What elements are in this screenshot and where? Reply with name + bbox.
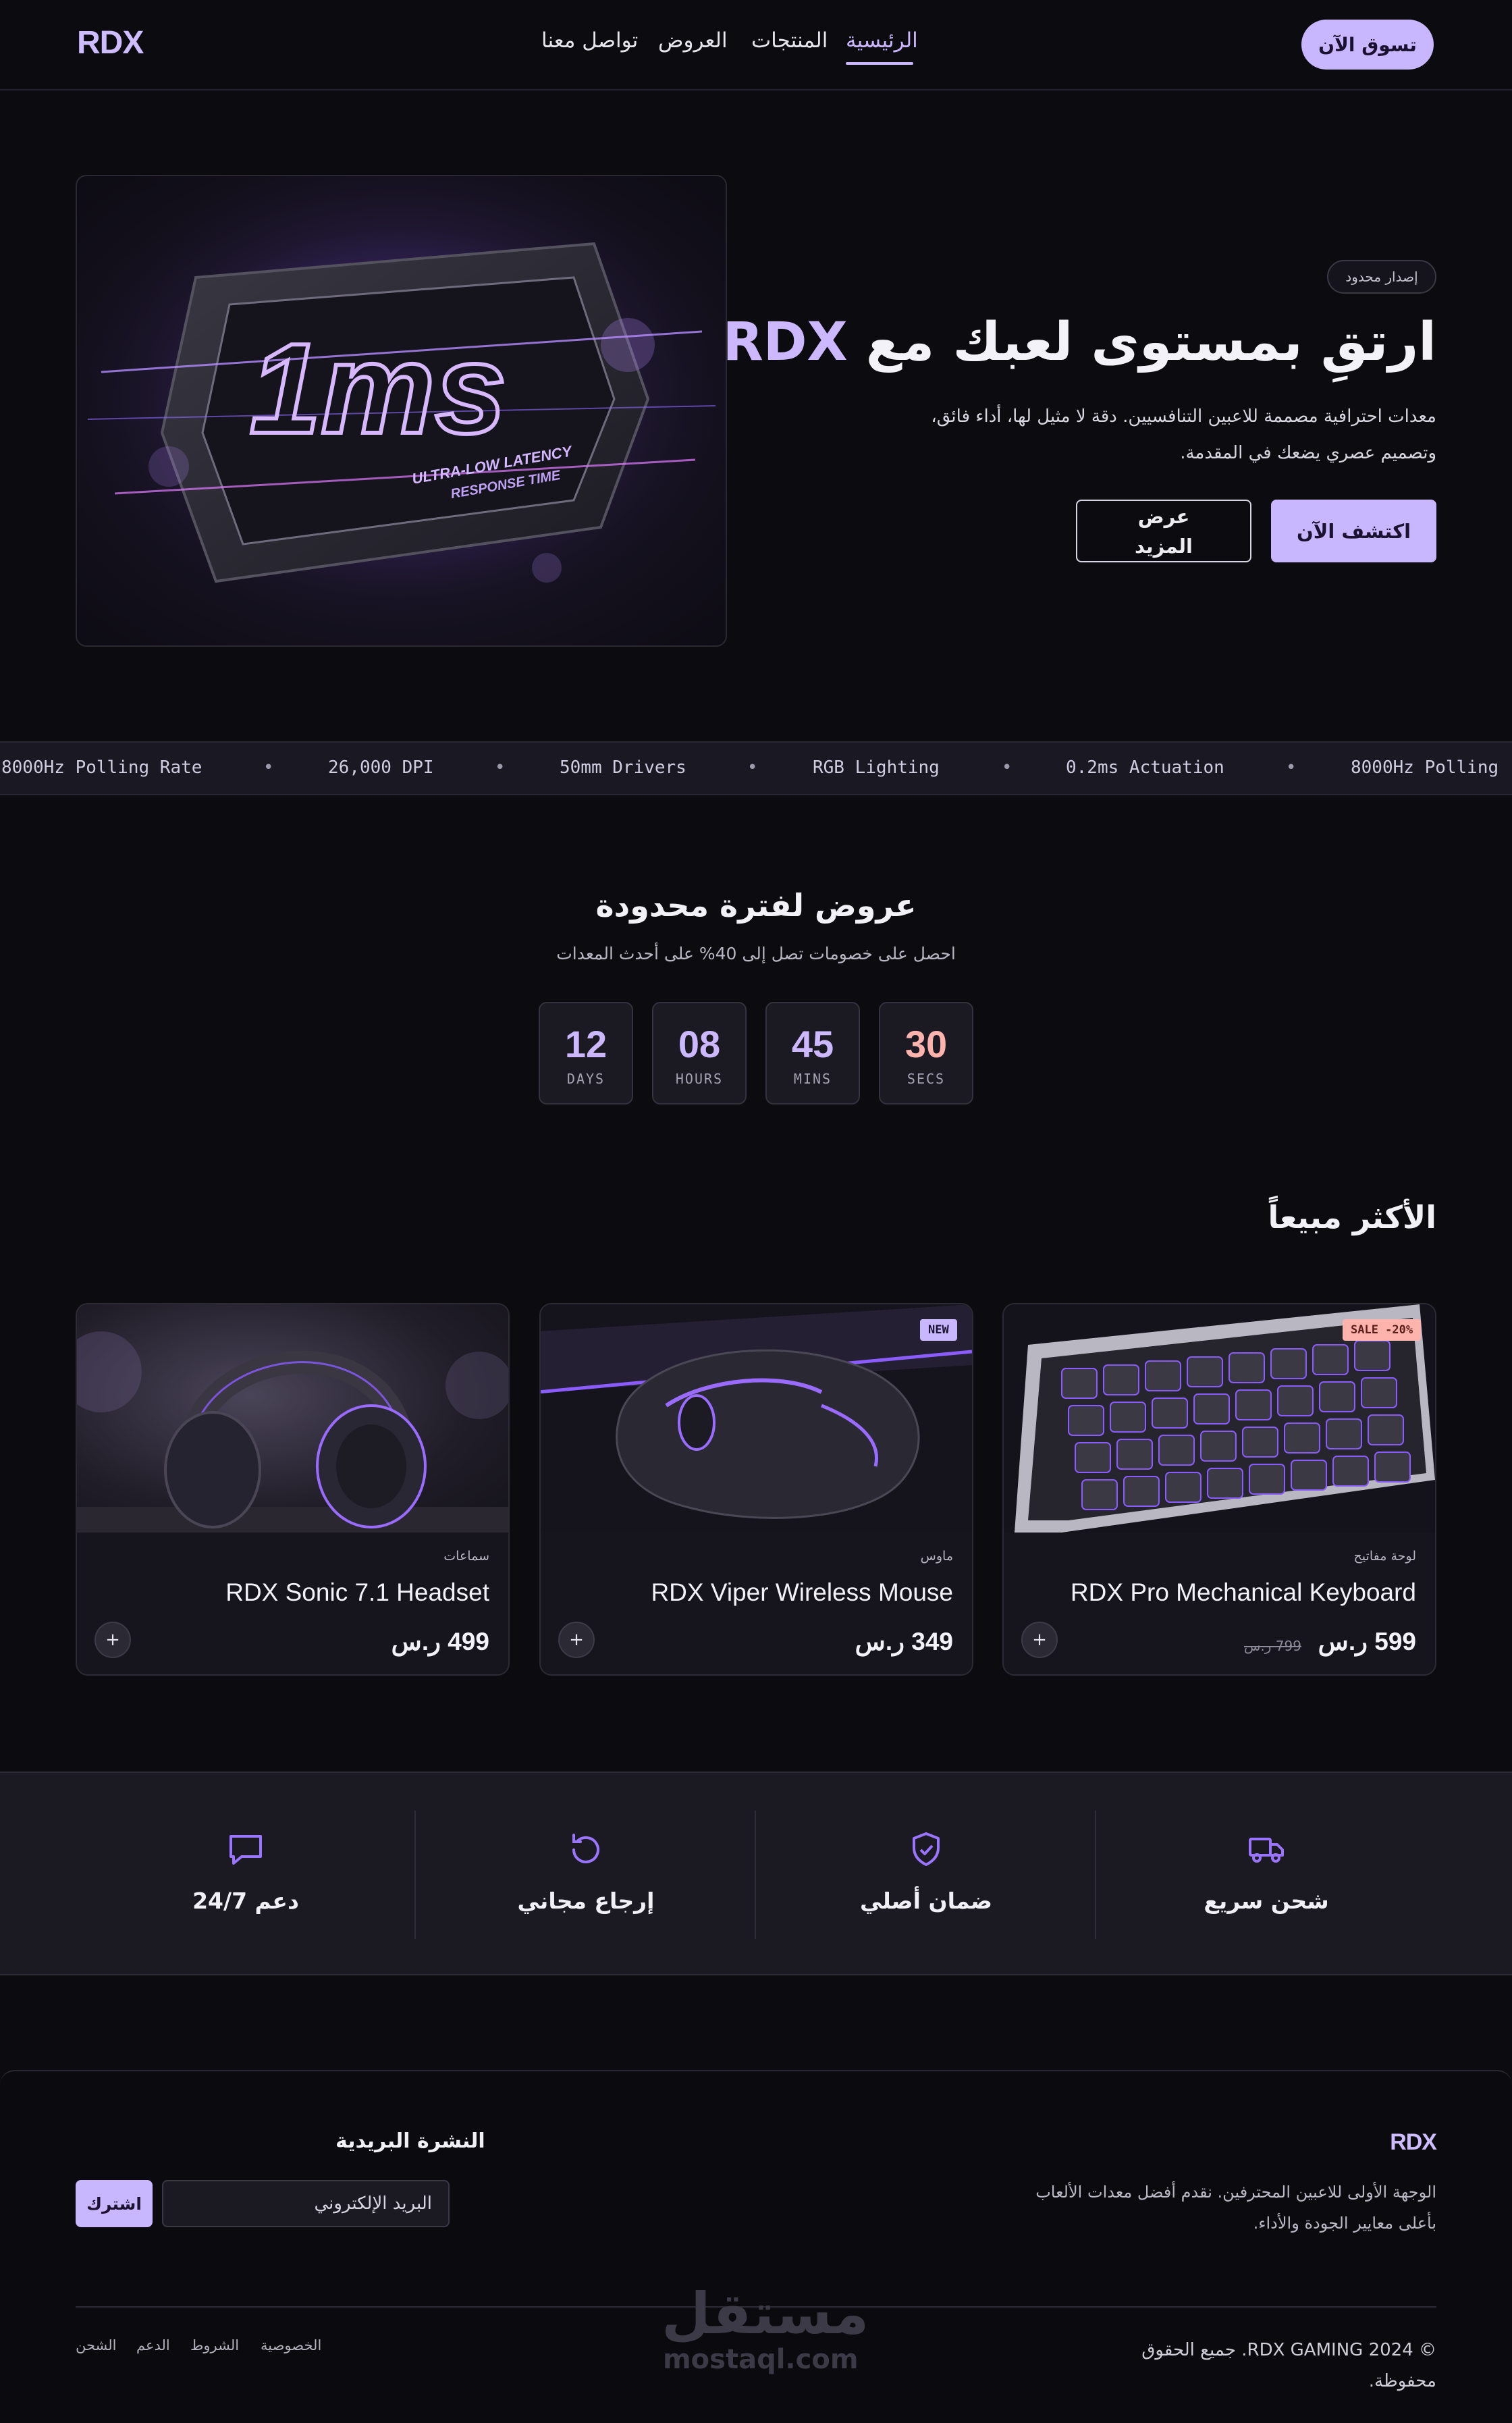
footer-link-shipping[interactable]: الشحن [76, 2337, 117, 2353]
ticker-item: 26,000 DPI [328, 757, 434, 778]
add-to-cart-button[interactable]: + [558, 1622, 595, 1658]
ticker-item: 8000Hz Polling [1351, 757, 1499, 778]
countdown-minutes-value: 45 [791, 1023, 834, 1065]
hero-title: ارتقِ بمستوى لعبك مع RDX [723, 312, 1436, 373]
limited-edition-chip: إصدار محدود [1327, 260, 1436, 294]
site-header: RDX الرئيسية المنتجات العروض تواصل معنا … [0, 0, 1512, 90]
countdown-days-label: DAYS [566, 1071, 605, 1087]
product-price: 349 ر.س [855, 1628, 953, 1655]
copyright-line1: © 2024 RDX GAMING. جميع الحقوق [1141, 2340, 1436, 2360]
product-old-price: 799 ر.س [1244, 1638, 1301, 1654]
feature-fast-shipping: شحن سريع [1096, 1773, 1436, 1977]
countdown-minutes: 45 MINS [765, 1002, 860, 1104]
rotate-icon [572, 1834, 599, 1863]
footer-description-line2: بأعلى معايير الجودة والأداء. [1253, 2214, 1436, 2233]
product-name[interactable]: RDX Pro Mechanical Keyboard [1071, 1578, 1416, 1607]
product-price: 599 ر.س [1318, 1628, 1416, 1655]
countdown-hours-label: HOURS [675, 1071, 724, 1087]
feature-free-returns: إرجاع مجاني [416, 1773, 756, 1977]
mouse-illustration [541, 1304, 972, 1533]
countdown-minutes-label: MINS [793, 1071, 832, 1087]
ticker-item: 50mm Drivers [560, 757, 686, 778]
product-card-headset[interactable]: سماعات RDX Sonic 7.1 Headset 499 ر.س + [76, 1303, 510, 1676]
add-to-cart-button[interactable]: + [94, 1622, 131, 1658]
newsletter-email-input[interactable]: البريد الإلكتروني [162, 2180, 450, 2227]
watermark-arabic: مستقل [662, 2281, 869, 2347]
product-name[interactable]: RDX Sonic 7.1 Headset [225, 1578, 489, 1607]
hero-description-line2: وتصميم عصري يضعك في المقدمة. [1180, 443, 1436, 463]
bestsellers-title: الأكثر مبيعاً [1268, 1199, 1436, 1235]
logo[interactable]: RDX [77, 24, 144, 61]
nav-contact[interactable]: تواصل معنا [541, 28, 638, 53]
countdown-hours-value: 08 [678, 1023, 721, 1065]
add-to-cart-button[interactable]: + [1021, 1622, 1058, 1658]
footer-description-line1: الوجهة الأولى للاعبين المحترفين. نقدم أف… [1035, 2183, 1436, 2202]
ticker-separator: • [1286, 757, 1297, 778]
new-badge: NEW [920, 1319, 957, 1341]
countdown-days: 12 DAYS [539, 1002, 633, 1104]
mouse-image [541, 1304, 972, 1533]
product-category: سماعات [443, 1549, 489, 1564]
countdown-seconds: 30 SECS [879, 1002, 973, 1104]
feature-support: دعم 24/7 [76, 1773, 416, 1977]
product-category: ماوس [920, 1549, 953, 1564]
explore-button[interactable]: اكتشف الآن [1271, 500, 1436, 562]
product-category: لوحة مفاتيح [1353, 1549, 1416, 1564]
chat-icon [230, 1835, 262, 1865]
offers-subtitle: احصل على خصومات تصل إلى 40% على أحدث الم… [556, 944, 956, 963]
footer-link-terms[interactable]: الشروط [190, 2337, 239, 2353]
footer-brand: RDX [1390, 2129, 1437, 2155]
countdown-hours: 08 HOURS [652, 1002, 747, 1104]
hero-description-line1: معدات احترافية مصممة للاعبين التنافسيين.… [931, 406, 1436, 427]
ticker-item: 8000Hz Polling Rate [1, 757, 202, 778]
latency-graphic: 1ms ULTRA-LOW LATENCY RESPONSE TIME [77, 176, 726, 645]
product-card-keyboard[interactable]: SALE -20% لوحة مفاتيح RDX Pro Mechanical… [1002, 1303, 1436, 1676]
latency-big-text: 1ms [250, 317, 506, 460]
feature-title: ضمان أصلي [859, 1888, 993, 1914]
product-price: 499 ر.س [391, 1628, 489, 1655]
ticker-separator: • [263, 757, 274, 778]
newsletter-title: النشرة البريدية [335, 2129, 485, 2153]
nav-offers[interactable]: العروض [658, 28, 728, 53]
feature-title: شحن سريع [1204, 1888, 1329, 1914]
copyright-line2: محفوظة. [1368, 2371, 1436, 2391]
product-card-mouse[interactable]: NEW ماوس RDX Viper Wireless Mouse 349 ر.… [539, 1303, 973, 1676]
sale-badge: SALE -20% [1343, 1319, 1422, 1341]
footer-link-privacy[interactable]: الخصوصية [261, 2337, 321, 2353]
ticker-item: RGB Lighting [813, 757, 940, 778]
features-bar: شحن سريع ضمان أصلي إرجاع مجاني دعم 24/7 [0, 1772, 1512, 1975]
ticker-item: 0.2ms Actuation [1066, 757, 1224, 778]
hero-image: 1ms ULTRA-LOW LATENCY RESPONSE TIME [76, 175, 727, 647]
countdown-seconds-value: 30 [905, 1023, 948, 1065]
shield-check-icon [913, 1832, 940, 1866]
hero-title-brand: RDX [722, 312, 848, 373]
nav-products[interactable]: المنتجات [751, 28, 828, 53]
countdown-days-value: 12 [564, 1023, 608, 1065]
ticker-separator: • [1002, 757, 1013, 778]
footer-description: الوجهة الأولى للاعبين المحترفين. نقدم أف… [964, 2177, 1436, 2239]
hero-description: معدات احترافية مصممة للاعبين التنافسيين.… [829, 398, 1436, 471]
countdown-seconds-label: SECS [907, 1071, 946, 1087]
feature-title: دعم 24/7 [192, 1888, 299, 1914]
ticker-separator: • [495, 757, 506, 778]
headset-image [77, 1304, 508, 1533]
view-more-button[interactable]: عرض المزيد [1076, 500, 1251, 562]
nav-home[interactable]: الرئيسية [846, 28, 918, 53]
specs-ticker: 8000Hz Polling Rate • 26,000 DPI • 50mm … [0, 741, 1512, 795]
headset-illustration [77, 1331, 508, 1533]
feature-warranty: ضمان أصلي [756, 1773, 1096, 1977]
copyright: © 2024 RDX GAMING. جميع الحقوق محفوظة. [1099, 2335, 1436, 2397]
hero-title-text: ارتقِ بمستوى لعبك مع [865, 312, 1436, 373]
ticker-separator: • [747, 757, 758, 778]
shop-now-button[interactable]: تسوق الآن [1301, 20, 1434, 70]
offers-title: عروض لفترة محدودة [595, 887, 917, 924]
footer-link-support[interactable]: الدعم [136, 2337, 170, 2353]
nav-active-underline [846, 62, 913, 65]
watermark-url: mostaql.com [663, 2344, 859, 2375]
product-name[interactable]: RDX Viper Wireless Mouse [651, 1578, 953, 1607]
subscribe-button[interactable]: اشترك [76, 2180, 153, 2227]
feature-title: إرجاع مجاني [517, 1888, 655, 1914]
truck-icon [1249, 1838, 1284, 1863]
